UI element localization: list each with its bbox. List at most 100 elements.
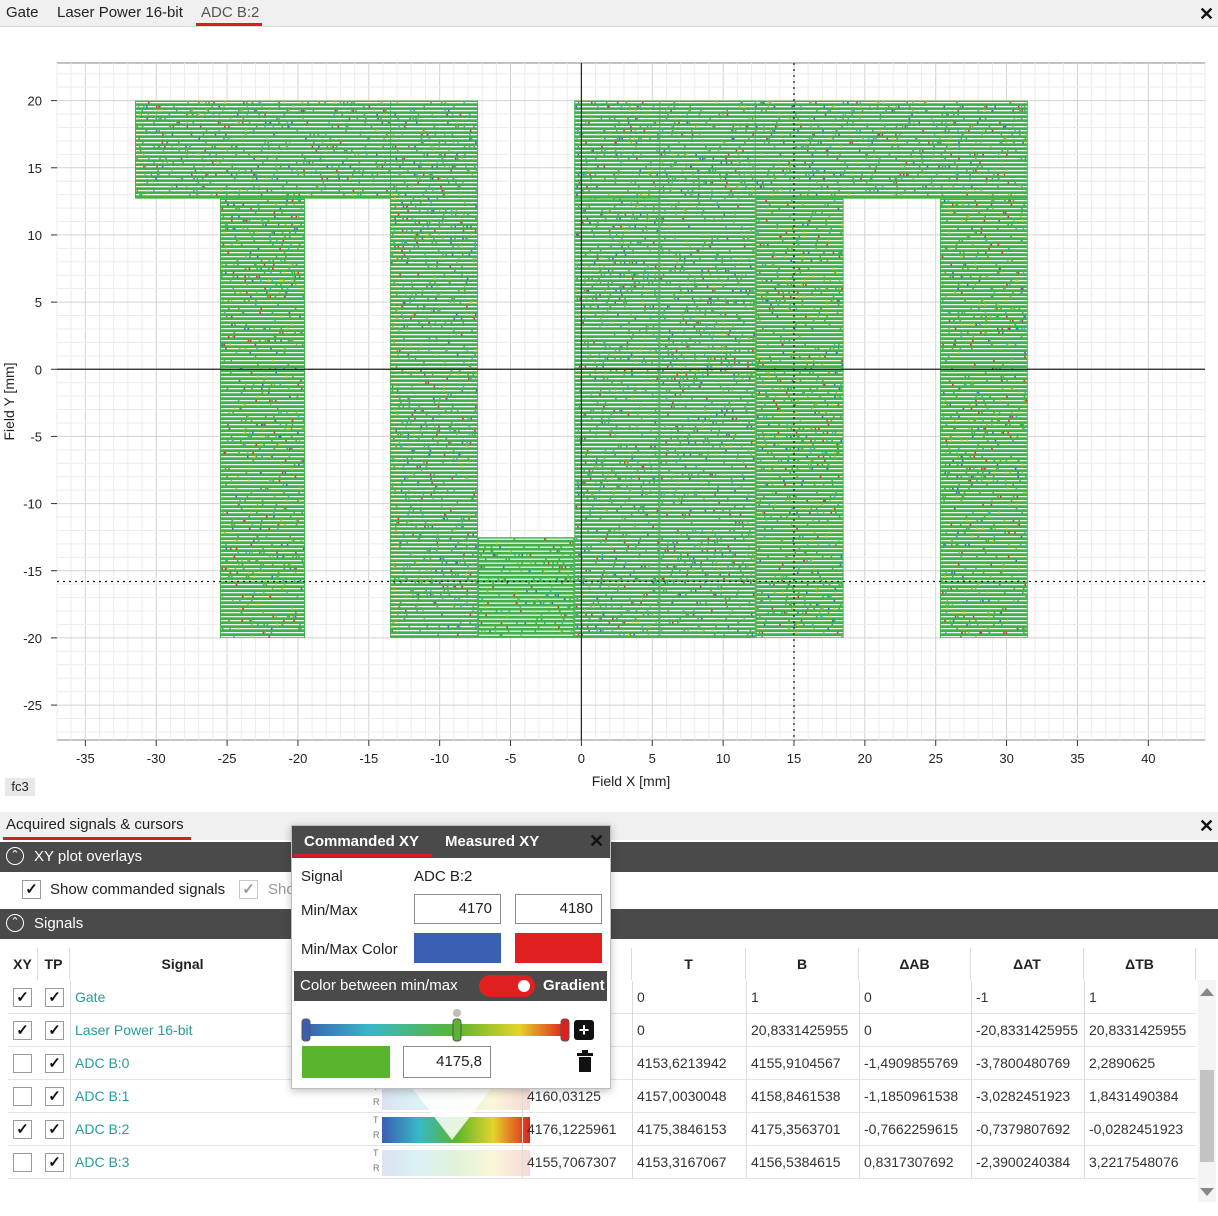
scan-sample bbox=[1005, 137, 1008, 140]
scan-sample bbox=[258, 551, 261, 554]
scan-sample bbox=[993, 169, 996, 172]
scan-sample bbox=[590, 149, 593, 152]
scan-sample bbox=[833, 193, 836, 196]
scan-sample bbox=[267, 435, 270, 438]
scan-sample bbox=[298, 193, 301, 196]
scan-sample bbox=[283, 251, 286, 254]
scan-sample bbox=[269, 455, 272, 458]
scan-sample bbox=[700, 481, 703, 484]
scan-sample bbox=[600, 137, 603, 140]
scan-sample bbox=[587, 309, 590, 312]
scan-sample bbox=[875, 165, 877, 168]
scan-sample bbox=[611, 381, 613, 384]
scan-sample bbox=[618, 633, 621, 636]
tab-laser-power[interactable]: Laser Power 16-bit bbox=[57, 4, 183, 21]
scan-sample bbox=[614, 301, 616, 304]
scan-sample bbox=[412, 593, 414, 596]
scan-sample bbox=[634, 109, 637, 112]
scan-sample bbox=[324, 185, 326, 188]
scan-sample bbox=[164, 145, 166, 148]
scan-sample bbox=[635, 145, 637, 148]
scan-sample bbox=[978, 173, 981, 176]
scan-sample bbox=[273, 515, 275, 518]
scan-sample bbox=[616, 589, 619, 592]
scan-sample bbox=[727, 277, 729, 280]
scan-sample bbox=[228, 619, 230, 622]
scan-sample bbox=[788, 161, 791, 164]
scan-sample bbox=[620, 153, 623, 156]
scan-sample bbox=[891, 109, 894, 112]
scan-sample bbox=[561, 582, 563, 585]
scan-sample bbox=[417, 593, 420, 596]
scan-sample bbox=[422, 493, 425, 496]
scan-sample bbox=[429, 593, 432, 596]
scan-sample bbox=[262, 563, 265, 566]
scan-sample bbox=[645, 381, 647, 384]
scan-sample bbox=[594, 377, 597, 380]
scan-sample bbox=[439, 581, 441, 584]
scan-sample bbox=[575, 505, 578, 508]
scan-sample bbox=[577, 313, 580, 316]
scan-sample bbox=[617, 625, 620, 628]
scan-sample bbox=[516, 562, 519, 565]
scan-sample bbox=[258, 447, 261, 450]
scan-sample bbox=[441, 325, 443, 328]
scan-sample bbox=[376, 173, 379, 176]
scan-sample bbox=[626, 345, 629, 348]
close-icon[interactable]: ✕ bbox=[1199, 5, 1214, 23]
scan-sample bbox=[458, 461, 461, 464]
scan-sample bbox=[725, 433, 728, 436]
scan-sample bbox=[613, 529, 616, 532]
scan-sample bbox=[623, 565, 626, 568]
scan-sample bbox=[587, 549, 590, 552]
tab-adc-b2[interactable]: ADC B:2 bbox=[201, 4, 259, 21]
scan-sample bbox=[601, 557, 604, 560]
scan-sample bbox=[312, 141, 315, 144]
scan-sample bbox=[449, 537, 452, 540]
scan-sample bbox=[437, 437, 440, 440]
scan-sample bbox=[237, 475, 240, 478]
scan-sample bbox=[637, 509, 640, 512]
scan-sample bbox=[162, 133, 164, 136]
scan-sample bbox=[609, 273, 612, 276]
scan-sample bbox=[963, 117, 965, 120]
tab-gate[interactable]: Gate bbox=[6, 4, 39, 21]
scan-sample bbox=[607, 473, 609, 476]
scan-sample bbox=[283, 351, 286, 354]
scan-sample bbox=[252, 539, 255, 542]
scan-sample bbox=[466, 445, 468, 448]
scan-sample bbox=[432, 265, 435, 268]
scan-sample bbox=[450, 509, 452, 512]
scan-sample bbox=[426, 549, 429, 552]
scan-sample bbox=[608, 353, 610, 356]
scan-sample bbox=[577, 525, 579, 528]
scan-sample bbox=[466, 349, 469, 352]
scan-sample bbox=[999, 153, 1001, 156]
scan-sample bbox=[466, 277, 469, 280]
scan-sample bbox=[258, 207, 260, 210]
scan-sample bbox=[235, 351, 238, 354]
scan-sample bbox=[906, 141, 908, 144]
scan-sample bbox=[243, 299, 246, 302]
scan-sample bbox=[282, 239, 285, 242]
scan-sample bbox=[693, 437, 695, 440]
scan-sample bbox=[966, 193, 968, 196]
scan-sample bbox=[745, 129, 747, 132]
xy-plot[interactable]: -35 -30 -25 -20 -15 -10 -5 0 5 10 15 20 25 30 35 402015… bbox=[0, 26, 1218, 796]
scan-sample bbox=[520, 634, 522, 637]
scan-sample bbox=[279, 383, 282, 386]
scan-sample bbox=[718, 377, 721, 380]
scan-sample bbox=[455, 181, 457, 184]
scan-sample bbox=[742, 149, 744, 152]
scan-sample bbox=[778, 117, 781, 120]
scan-sample bbox=[1024, 137, 1027, 140]
scan-sample bbox=[232, 275, 235, 278]
scan-sample bbox=[615, 129, 618, 132]
scan-sample bbox=[911, 113, 913, 116]
scan-sample bbox=[590, 453, 593, 456]
scan-sample bbox=[950, 121, 952, 124]
scan-sample bbox=[225, 315, 228, 318]
scan-sample bbox=[656, 121, 659, 124]
scan-sample bbox=[577, 493, 580, 496]
scan-sample bbox=[981, 165, 983, 168]
